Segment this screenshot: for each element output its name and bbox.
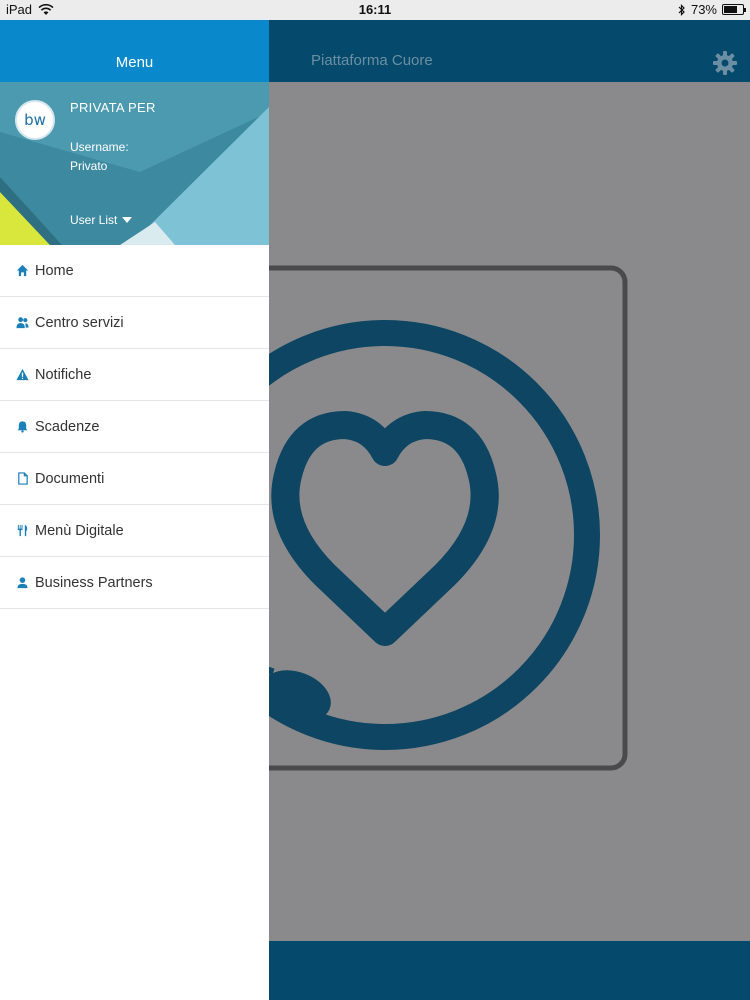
menu-item-notifiche[interactable]: Notifiche xyxy=(0,349,269,401)
drawer-title: Menu xyxy=(0,20,269,82)
menu-item-label: Home xyxy=(35,262,74,279)
menu-item-menu-digitale[interactable]: Menù Digitale xyxy=(0,505,269,557)
menu-item-documenti[interactable]: Documenti xyxy=(0,453,269,505)
battery-fill xyxy=(724,6,738,13)
bluetooth-icon xyxy=(678,3,685,16)
profile-card: bw PRIVATA PER Username: Privato User Li… xyxy=(0,82,269,245)
drawer-menu: Home Centro servizi Notifiche Scadenze D… xyxy=(0,245,269,609)
battery-icon xyxy=(722,4,746,15)
username-value: Privato xyxy=(70,159,108,173)
gear-icon[interactable] xyxy=(712,50,738,76)
menu-item-label: Menù Digitale xyxy=(35,522,124,539)
status-bar: iPad 16:11 73% xyxy=(0,0,750,20)
user-list-dropdown[interactable]: User List xyxy=(70,213,133,227)
menu-item-label: Notifiche xyxy=(35,366,92,383)
user-list-label: User List xyxy=(70,213,118,227)
caret-down-icon xyxy=(122,217,133,223)
home-icon xyxy=(15,264,29,278)
avatar: bw xyxy=(15,100,55,140)
users-icon xyxy=(15,316,29,330)
fork-knife-icon xyxy=(15,524,29,538)
menu-item-centro-servizi[interactable]: Centro servizi xyxy=(0,297,269,349)
menu-item-scadenze[interactable]: Scadenze xyxy=(0,401,269,453)
clock: 16:11 xyxy=(358,2,392,17)
menu-item-label: Scadenze xyxy=(35,418,100,435)
bell-icon xyxy=(15,420,29,434)
menu-item-label: Documenti xyxy=(35,470,105,487)
menu-item-label: Centro servizi xyxy=(35,314,124,331)
menu-item-label: Business Partners xyxy=(35,574,153,591)
battery-percent: 73% xyxy=(690,2,717,17)
menu-item-business-partners[interactable]: Business Partners xyxy=(0,557,269,609)
menu-item-home[interactable]: Home xyxy=(0,245,269,297)
app-title: Piattaforma Cuore xyxy=(311,52,433,69)
profile-name: PRIVATA PER xyxy=(70,100,156,115)
person-icon xyxy=(15,576,29,590)
username-label: Username: xyxy=(70,140,129,154)
warning-icon xyxy=(15,368,29,382)
document-icon xyxy=(15,472,29,486)
side-drawer: Menu bw PRIVATA PER Username: Privato Us… xyxy=(0,20,269,1000)
